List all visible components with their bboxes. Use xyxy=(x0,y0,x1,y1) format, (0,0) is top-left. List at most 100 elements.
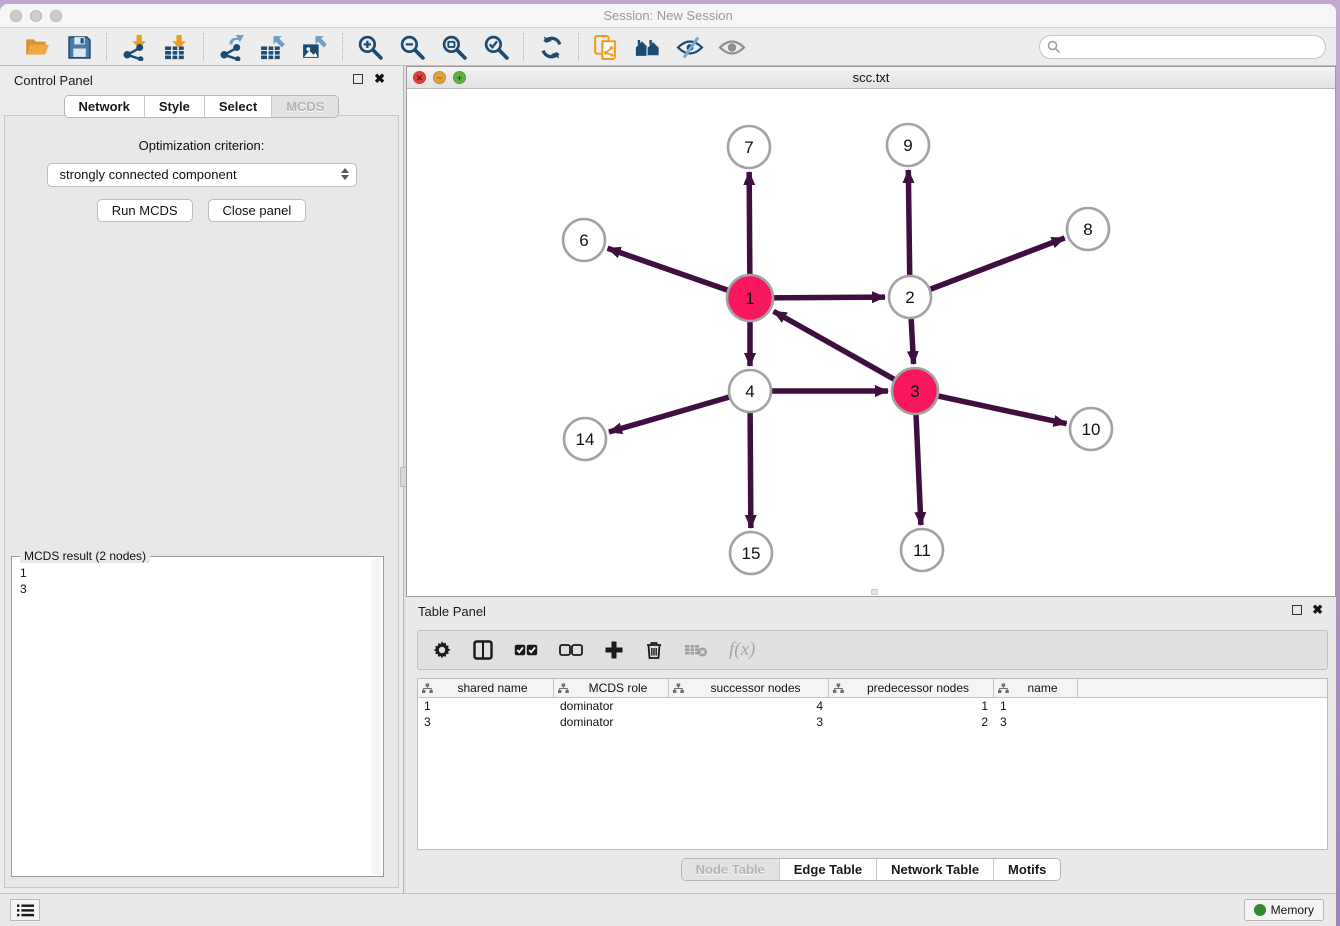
split-panel-icon[interactable] xyxy=(473,637,493,663)
graph-node-15[interactable]: 15 xyxy=(730,532,772,574)
create-column-icon[interactable] xyxy=(604,637,624,663)
table-row[interactable]: 1dominator411 xyxy=(418,698,1327,714)
network-graph[interactable]: 1 2 3 4 6 7 8 9 10 11 14 15 xyxy=(407,89,1335,596)
graph-node-1[interactable]: 1 xyxy=(727,275,773,321)
clone-network-icon[interactable] xyxy=(592,33,620,61)
export-image-icon[interactable] xyxy=(301,33,329,61)
task-list-icon xyxy=(17,904,34,917)
network-overview-icon[interactable] xyxy=(634,33,662,61)
graph-node-14[interactable]: 14 xyxy=(564,418,606,460)
search-input[interactable] xyxy=(1039,35,1326,59)
table-row[interactable]: 3dominator323 xyxy=(418,714,1327,730)
tab-network[interactable]: Network xyxy=(65,96,144,117)
table-cell[interactable]: 3 xyxy=(994,714,1078,730)
table-cell[interactable]: dominator xyxy=(554,698,669,714)
zoom-in-icon[interactable] xyxy=(356,33,384,61)
network-maximize-icon[interactable]: + xyxy=(453,71,466,84)
select-all-columns-icon[interactable] xyxy=(514,637,538,663)
mcds-result-text[interactable]: 1 3 xyxy=(20,565,369,874)
graph-node-4[interactable]: 4 xyxy=(729,370,771,412)
column-header-MCDS-role[interactable]: MCDS role xyxy=(554,679,669,697)
mcds-result-box: MCDS result (2 nodes) 1 3 xyxy=(11,556,384,877)
zoom-fit-icon[interactable] xyxy=(440,33,468,61)
tab-motifs[interactable]: Motifs xyxy=(993,859,1060,880)
table-cell[interactable]: 3 xyxy=(418,714,554,730)
network-view-window: ✕ − + scc.txt 1 2 3 4 6 7 8 9 10 11 14 15 xyxy=(406,66,1336,597)
table-settings-gear-icon[interactable] xyxy=(432,637,452,663)
edge-3-1[interactable] xyxy=(774,311,915,391)
float-panel-icon[interactable] xyxy=(353,74,363,84)
network-close-icon[interactable]: ✕ xyxy=(413,71,426,84)
window-title: Session: New Session xyxy=(0,4,1336,28)
graph-node-6[interactable]: 6 xyxy=(563,219,605,261)
column-header-successor-nodes[interactable]: successor nodes xyxy=(669,679,829,697)
zoom-selected-icon[interactable] xyxy=(482,33,510,61)
criterion-dropdown-value: strongly connected component xyxy=(60,167,237,182)
title-bar: Session: New Session xyxy=(0,4,1336,28)
table-cell[interactable]: 2 xyxy=(829,714,994,730)
table-panel: Table Panel ✖ xyxy=(406,597,1336,893)
run-mcds-button[interactable]: Run MCDS xyxy=(97,199,193,222)
close-table-panel-icon[interactable]: ✖ xyxy=(1312,603,1323,617)
export-network-icon[interactable] xyxy=(217,33,245,61)
save-session-icon[interactable] xyxy=(65,33,93,61)
network-window-titlebar[interactable]: ✕ − + scc.txt xyxy=(407,67,1335,89)
import-network-icon[interactable] xyxy=(120,33,148,61)
result-scrollbar[interactable] xyxy=(371,559,381,874)
column-header-predecessor-nodes[interactable]: predecessor nodes xyxy=(829,679,994,697)
column-header-name[interactable]: name xyxy=(994,679,1078,697)
edge-2-8[interactable] xyxy=(910,238,1065,297)
tab-edge-table[interactable]: Edge Table xyxy=(779,859,876,880)
hide-details-icon[interactable] xyxy=(676,33,704,61)
import-table-icon[interactable] xyxy=(162,33,190,61)
close-window-icon[interactable] xyxy=(10,10,22,22)
column-header-shared-name[interactable]: shared name xyxy=(418,679,554,697)
show-details-icon[interactable] xyxy=(718,33,746,61)
graph-node-3[interactable]: 3 xyxy=(892,368,938,414)
tab-style[interactable]: Style xyxy=(144,96,204,117)
control-panel-tabs: NetworkStyleSelectMCDS xyxy=(64,95,340,118)
close-panel-icon[interactable]: ✖ xyxy=(374,72,385,86)
delete-column-icon[interactable] xyxy=(645,637,663,663)
close-panel-button[interactable]: Close panel xyxy=(208,199,307,222)
network-minimize-icon[interactable]: − xyxy=(433,71,446,84)
table-cell[interactable]: 3 xyxy=(669,714,829,730)
graph-node-10[interactable]: 10 xyxy=(1070,408,1112,450)
open-session-icon[interactable] xyxy=(23,33,51,61)
tab-mcds[interactable]: MCDS xyxy=(271,96,338,117)
search-box xyxy=(1039,35,1326,59)
status-bar: Memory xyxy=(0,893,1336,926)
table-cell[interactable]: 4 xyxy=(669,698,829,714)
delete-table-icon[interactable] xyxy=(684,637,708,663)
dropdown-stepper-icon xyxy=(341,168,349,180)
zoom-out-icon[interactable] xyxy=(398,33,426,61)
table-cell[interactable]: dominator xyxy=(554,714,669,730)
minimize-window-icon[interactable] xyxy=(30,10,42,22)
table-cell[interactable]: 1 xyxy=(829,698,994,714)
zoom-window-icon[interactable] xyxy=(50,10,62,22)
search-icon xyxy=(1047,40,1061,54)
graph-node-11[interactable]: 11 xyxy=(901,529,943,571)
graph-node-8[interactable]: 8 xyxy=(1067,208,1109,250)
graph-node-2[interactable]: 2 xyxy=(889,276,931,318)
table-cell[interactable]: 1 xyxy=(418,698,554,714)
tab-network-table[interactable]: Network Table xyxy=(876,859,993,880)
deselect-all-columns-icon[interactable] xyxy=(559,637,583,663)
tab-node-table[interactable]: Node Table xyxy=(682,859,779,880)
apply-layout-icon[interactable] xyxy=(537,33,565,61)
export-table-icon[interactable] xyxy=(259,33,287,61)
graph-node-9[interactable]: 9 xyxy=(887,124,929,166)
tab-select[interactable]: Select xyxy=(204,96,271,117)
criterion-dropdown[interactable]: strongly connected component xyxy=(47,163,357,187)
function-builder-icon[interactable]: f(x) xyxy=(729,637,755,663)
network-canvas[interactable]: 1 2 3 4 6 7 8 9 10 11 14 15 xyxy=(407,89,1335,596)
task-history-button[interactable] xyxy=(10,899,40,921)
memory-button[interactable]: Memory xyxy=(1244,899,1324,921)
table-cell[interactable]: 1 xyxy=(994,698,1078,714)
canvas-resize-grip[interactable] xyxy=(871,589,878,595)
float-table-panel-icon[interactable] xyxy=(1292,605,1302,615)
table-toolbar: f(x) xyxy=(417,630,1328,670)
column-type-icon xyxy=(998,683,1009,694)
node-table[interactable]: shared nameMCDS rolesuccessor nodesprede… xyxy=(417,678,1328,850)
graph-node-7[interactable]: 7 xyxy=(728,126,770,168)
